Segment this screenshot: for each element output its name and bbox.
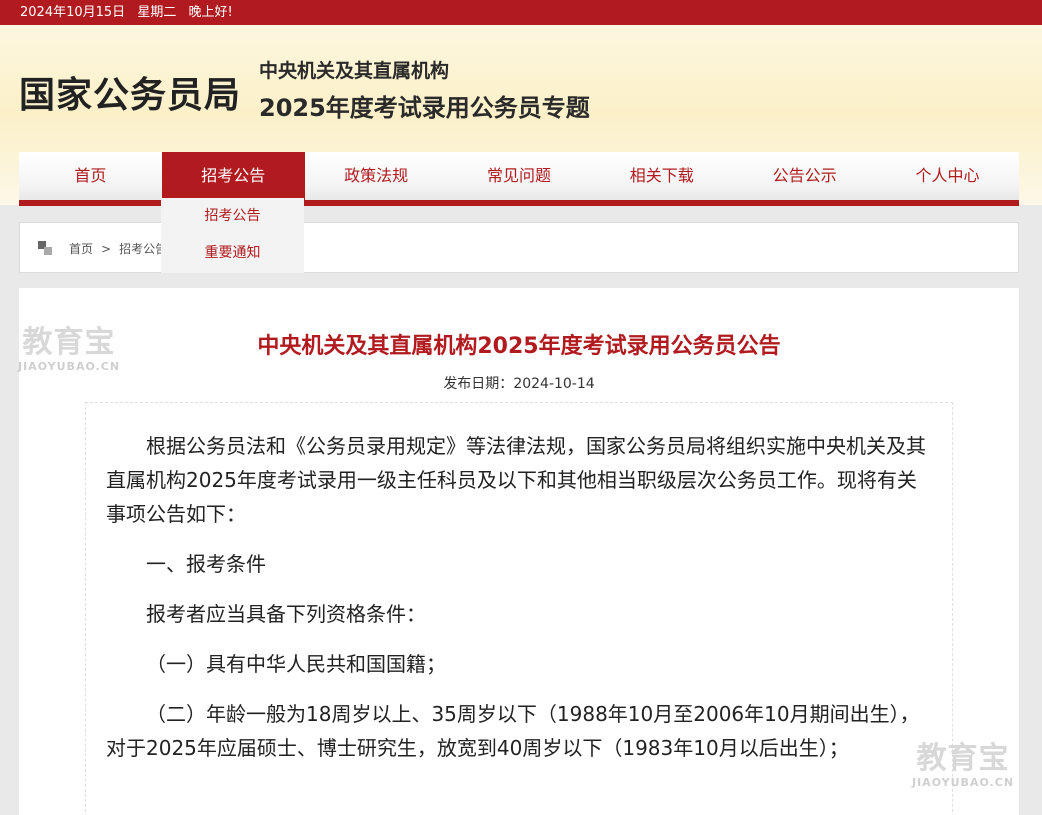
article-title: 中央机关及其直属机构2025年度考试录用公务员公告 (257, 334, 781, 359)
breadcrumb-home[interactable]: 首页 (69, 242, 93, 256)
article-paragraph: 一、报考条件 (146, 552, 266, 576)
article-paragraph: 报考者应当具备下列资格条件： (146, 602, 426, 626)
publish-date-label: 发布日期： (443, 376, 514, 392)
site-logo[interactable]: 国家公务员局 (19, 66, 241, 118)
nav-item-home[interactable]: 首页 (19, 152, 162, 200)
nav-item-downloads[interactable]: 相关下载 (590, 152, 733, 200)
article-publish-date: 发布日期：2024-10-14 (19, 373, 1019, 393)
current-weekday: 星期二 (137, 5, 177, 20)
publish-date-value: 2024-10-14 (513, 376, 595, 392)
nav-item-policies[interactable]: 政策法规 (305, 152, 448, 200)
watermark-logo: 教育宝 JIAOYUBAO.CN (18, 325, 121, 374)
article-body: 根据公务员法和《公务员录用规定》等法律法规，国家公务员局将组织实施中央机关及其直… (85, 402, 953, 815)
article-panel: 中央机关及其直属机构2025年度考试录用公务员公告 发布日期：2024-10-1… (19, 288, 1019, 815)
nav-item-user-center[interactable]: 个人中心 (876, 152, 1019, 200)
article-paragraph: （二）年龄一般为18周岁以上、35周岁以下（1988年10月至2006年10月期… (106, 702, 920, 760)
header-topic-title: 2025年度考试录用公务员专题 (259, 94, 590, 122)
article-paragraph: （一）具有中华人民共和国国籍； (146, 652, 446, 676)
nav-item-announcements[interactable]: 招考公告 (161, 152, 305, 200)
nav-item-notices[interactable]: 公告公示 (733, 152, 876, 200)
location-icon (38, 241, 52, 255)
greeting-text: 晚上好! (188, 5, 233, 20)
breadcrumb-current[interactable]: 招考公告 (119, 242, 167, 256)
current-date: 2024年10月15日 (20, 5, 126, 20)
dropdown-item-important-notices[interactable]: 重要通知 (161, 235, 304, 272)
article-paragraph: 根据公务员法和《公务员录用规定》等法律法规，国家公务员局将组织实施中央机关及其直… (106, 434, 926, 526)
top-info-bar: 2024年10月15日 星期二 晚上好! (0, 0, 1042, 25)
header-subtitle: 中央机关及其直属机构 (259, 60, 450, 82)
dropdown-item-announcements[interactable]: 招考公告 (161, 198, 304, 235)
breadcrumb-separator: > (101, 242, 112, 256)
nav-item-faq[interactable]: 常见问题 (448, 152, 591, 200)
watermark-logo: 教育宝 JIAOYUBAO.CN (912, 741, 1015, 790)
nav-dropdown-menu: 招考公告 重要通知 (161, 198, 304, 273)
